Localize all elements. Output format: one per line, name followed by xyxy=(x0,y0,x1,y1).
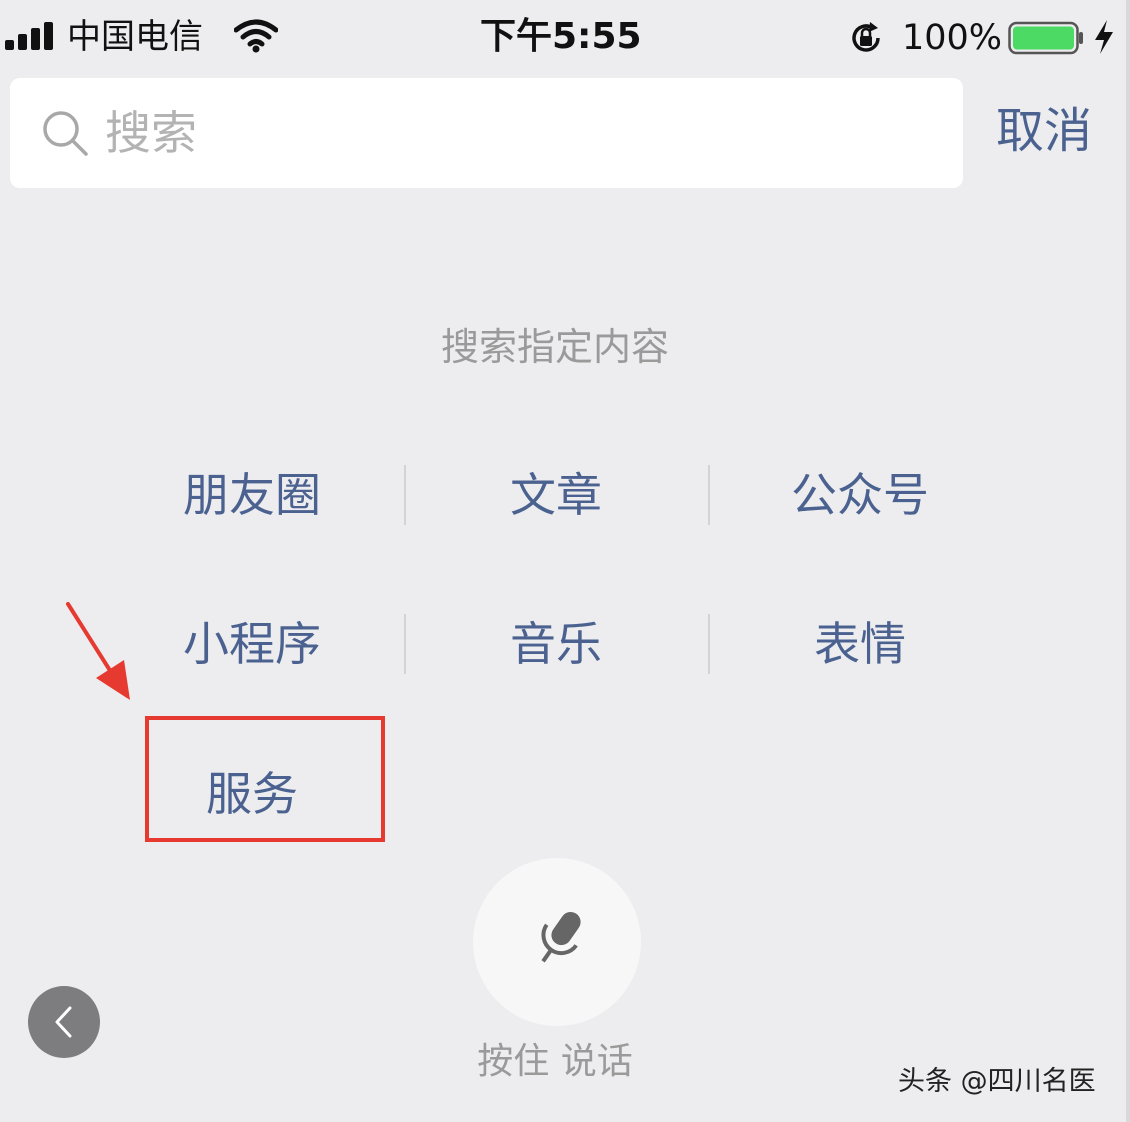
cancel-button[interactable]: 取消 xyxy=(996,100,1092,162)
status-time: 下午5:55 xyxy=(480,16,642,57)
category-articles[interactable]: 文章 xyxy=(406,465,706,525)
category-mini-programs[interactable]: 小程序 xyxy=(102,614,402,674)
voice-hint: 按住 说话 xyxy=(477,1041,633,1082)
red-arrow-icon xyxy=(66,602,130,700)
charging-icon xyxy=(1095,20,1113,54)
search-icon xyxy=(43,111,88,156)
search-scope-title: 搜索指定内容 xyxy=(440,325,669,369)
highlight-box xyxy=(145,716,385,842)
search-placeholder: 搜索 xyxy=(105,106,197,160)
watermark: 头条 @四川名医 xyxy=(898,1066,1096,1097)
category-music[interactable]: 音乐 xyxy=(406,614,706,674)
edge-divider xyxy=(1126,0,1130,1122)
status-bar: 中国电信 下午5:55 100% xyxy=(0,0,1130,76)
category-official-accounts[interactable]: 公众号 xyxy=(710,465,1010,525)
carrier-name: 中国电信 xyxy=(67,17,203,57)
microphone-icon xyxy=(541,911,581,963)
search-input[interactable]: 搜索 xyxy=(10,78,963,188)
rotation-lock-icon xyxy=(852,22,880,52)
category-stickers[interactable]: 表情 xyxy=(710,614,1010,674)
back-button[interactable] xyxy=(28,986,100,1058)
signal-icon xyxy=(5,22,57,50)
category-moments[interactable]: 朋友圈 xyxy=(102,465,402,525)
battery-percentage: 100% xyxy=(902,18,1003,58)
chevron-left-icon xyxy=(55,1006,72,1038)
wifi-icon xyxy=(234,19,278,53)
battery-icon xyxy=(1008,21,1083,55)
